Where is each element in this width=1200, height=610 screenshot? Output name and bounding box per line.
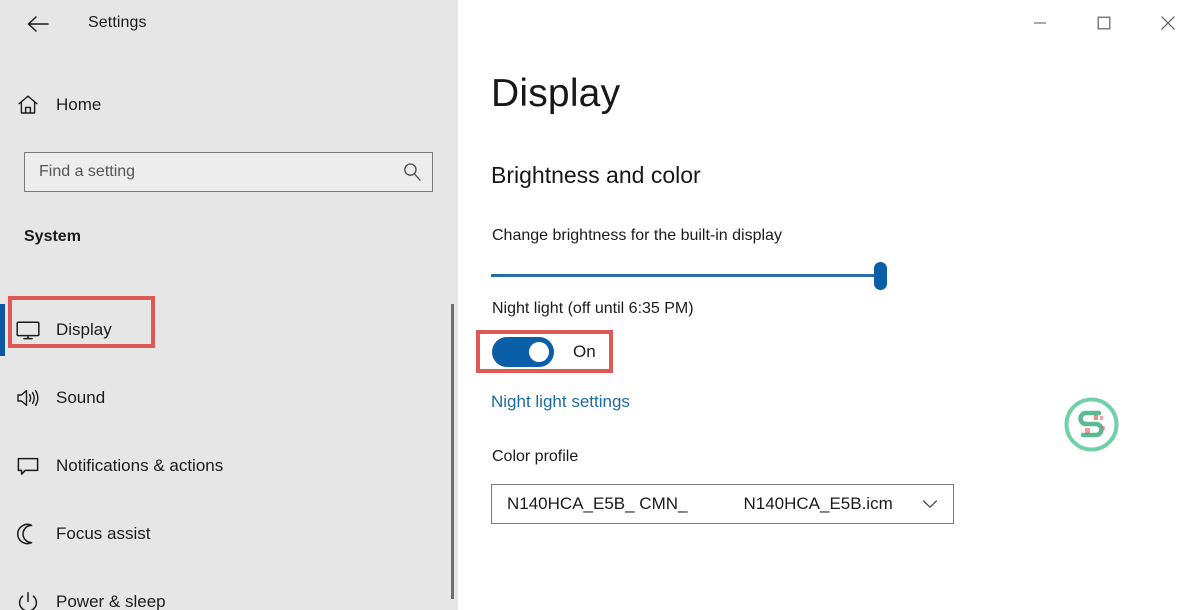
settings-sidebar: Settings Home System <box>0 0 458 610</box>
sidebar-item-power-sleep-label: Power & sleep <box>56 592 166 610</box>
sidebar-item-power-sleep[interactable]: Power & sleep <box>0 568 440 610</box>
minimize-button[interactable] <box>1008 0 1072 46</box>
sidebar-item-display-label: Display <box>56 320 112 339</box>
sidebar-item-notifications-label: Notifications & actions <box>56 456 224 475</box>
brightness-label: Change brightness for the built-in displ… <box>492 227 782 244</box>
selection-indicator <box>0 304 5 356</box>
brightness-slider-thumb[interactable] <box>874 262 887 290</box>
sidebar-item-display[interactable]: Display <box>0 296 440 364</box>
title-bar: Settings <box>0 0 458 48</box>
settings-window: Settings Home System <box>0 0 1200 610</box>
sidebar-nav-list: Display Sound Notifications & actions Fo… <box>0 296 458 610</box>
night-light-toggle[interactable] <box>492 337 554 367</box>
color-profile-value-left: N140HCA_E5B_ CMN_ <box>507 494 688 513</box>
brightness-slider[interactable] <box>491 262 891 290</box>
night-light-label: Night light (off until 6:35 PM) <box>492 300 694 317</box>
sidebar-item-focus-assist[interactable]: Focus assist <box>0 500 440 568</box>
speaker-icon <box>0 386 56 410</box>
monitor-icon <box>0 318 56 342</box>
color-profile-value-right: N140HCA_E5B.icm <box>743 494 893 513</box>
brightness-slider-track <box>491 274 883 277</box>
back-arrow-icon[interactable] <box>20 10 56 38</box>
night-light-row: On <box>492 337 596 367</box>
sidebar-item-sound[interactable]: Sound <box>0 364 440 432</box>
color-profile-label: Color profile <box>492 448 579 465</box>
toggle-knob <box>529 342 549 362</box>
page-title: Display <box>491 72 621 115</box>
color-profile-dropdown[interactable]: N140HCA_E5B_ CMN_ N140HCA_E5B.icm <box>491 484 954 524</box>
sidebar-group-label: System <box>24 228 81 245</box>
sidebar-item-focus-assist-label: Focus assist <box>56 524 151 543</box>
home-icon <box>0 93 56 117</box>
moon-icon <box>0 522 56 546</box>
speech-bubble-icon <box>0 454 56 478</box>
maximize-button[interactable] <box>1072 0 1136 46</box>
chevron-down-icon[interactable] <box>920 494 940 514</box>
sidebar-item-home[interactable]: Home <box>0 86 440 124</box>
night-light-settings-link[interactable]: Night light settings <box>491 392 630 412</box>
close-button[interactable] <box>1136 0 1200 46</box>
power-icon <box>0 590 56 610</box>
app-title: Settings <box>88 14 147 31</box>
sidebar-item-sound-label: Sound <box>56 388 106 407</box>
search-icon[interactable] <box>392 161 432 183</box>
sidebar-item-notifications[interactable]: Notifications & actions <box>0 432 440 500</box>
site-logo-watermark <box>1063 396 1120 453</box>
sidebar-item-home-label: Home <box>56 95 102 114</box>
main-content: Display Brightness and color Change brig… <box>458 0 1200 610</box>
section-title-brightness-and-color: Brightness and color <box>491 162 701 188</box>
search-box[interactable] <box>24 152 433 192</box>
window-controls <box>1008 0 1200 46</box>
search-input[interactable] <box>25 163 392 181</box>
night-light-state-label: On <box>573 342 596 361</box>
sidebar-scrollbar[interactable] <box>451 304 454 599</box>
